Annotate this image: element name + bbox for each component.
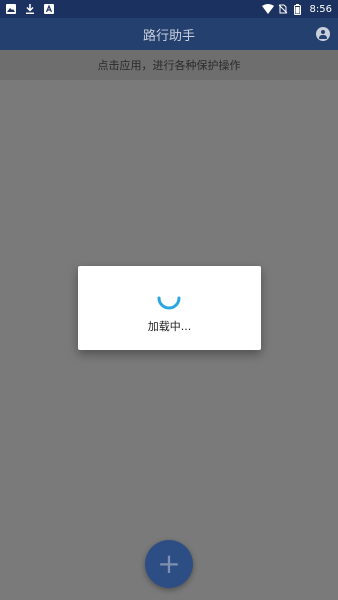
image-icon <box>6 4 16 14</box>
plus-icon: + <box>157 547 181 580</box>
status-time: 8:56 <box>309 3 332 15</box>
add-button[interactable]: + <box>145 540 193 588</box>
page-title: 路行助手 <box>142 28 195 44</box>
battery-icon <box>293 4 304 15</box>
account-circle-icon[interactable] <box>316 27 330 41</box>
hint-text: 点击应用，进行各种保护操作 <box>97 59 241 72</box>
wifi-icon <box>261 4 274 14</box>
no-sim-icon <box>278 4 288 14</box>
status-bar: 8:56 <box>0 0 338 18</box>
loading-text: 加载中... <box>147 320 192 333</box>
text-icon <box>44 4 54 14</box>
app-bar: 路行助手 <box>0 18 338 50</box>
loading-dialog: 加载中... <box>78 266 261 350</box>
loading-spinner-icon <box>157 296 181 310</box>
hint-bar: 点击应用，进行各种保护操作 <box>0 50 338 80</box>
download-icon <box>25 4 35 14</box>
